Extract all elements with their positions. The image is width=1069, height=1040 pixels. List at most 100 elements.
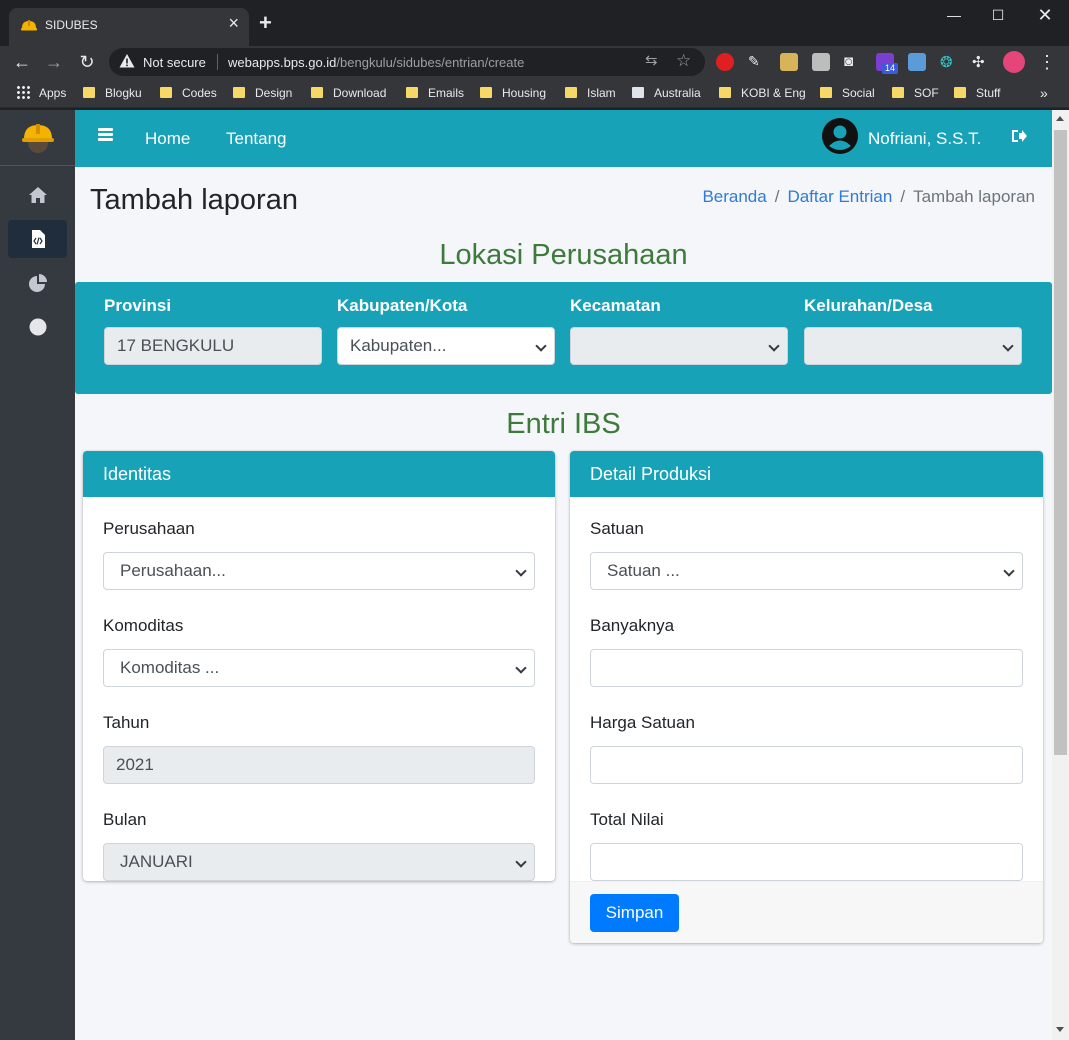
bookmark-folder[interactable]: Download <box>311 85 386 101</box>
satuan-select[interactable]: Satuan ... <box>590 552 1023 590</box>
tab-title: SIDUBES <box>45 18 98 32</box>
total-nilai-label: Total Nilai <box>590 810 664 829</box>
total-nilai-group: Total Nilai <box>590 807 1023 881</box>
bulan-select[interactable]: JANUARI <box>103 843 535 881</box>
breadcrumb-daftar-entrian[interactable]: Daftar Entrian <box>787 187 892 206</box>
bookmark-folder[interactable]: Emails <box>406 85 464 101</box>
url-text[interactable]: webapps.bps.go.id/bengkulu/sidubes/entri… <box>228 55 524 70</box>
banyaknya-group: Banyaknya <box>590 613 1023 687</box>
browser-tab[interactable]: SIDUBES × <box>9 8 249 46</box>
bookmarks-bar: Apps Blogku Codes Design Download Emails… <box>0 78 1069 108</box>
bookmark-apps[interactable]: Apps <box>16 85 66 101</box>
hard-hat-logo-icon <box>22 124 54 153</box>
browser-toolbar: ← → ↻ Not secure webapps.bps.go.id/bengk… <box>0 46 1069 78</box>
profile-avatar[interactable] <box>1003 51 1025 73</box>
identitas-card-header: Identitas <box>83 451 555 497</box>
home-icon <box>29 187 47 203</box>
page-viewport: Home Tentang Nofriani, S.S.T. Tambah lap… <box>0 110 1069 1040</box>
kecamatan-select[interactable] <box>570 327 788 365</box>
bookmark-folder[interactable]: KOBI & Eng <box>719 85 806 101</box>
harga-satuan-group: Harga Satuan <box>590 710 1023 784</box>
total-nilai-input[interactable] <box>590 843 1023 881</box>
sidebar-item-misc[interactable] <box>8 308 67 346</box>
clipboard-extension-icon[interactable] <box>812 53 830 71</box>
brand-logo[interactable] <box>0 110 75 166</box>
bookmark-folder[interactable]: Housing <box>480 85 546 101</box>
bookmark-folder[interactable]: Islam <box>565 85 616 101</box>
tab-close-icon[interactable]: × <box>228 14 239 32</box>
harga-satuan-input[interactable] <box>590 746 1023 784</box>
bookmark-folder[interactable]: Blogku <box>83 85 142 101</box>
breadcrumb-beranda[interactable]: Beranda <box>702 187 766 206</box>
folder-icon <box>719 87 731 98</box>
atom-extension-icon[interactable]: ❂ <box>940 53 958 71</box>
stop-extension-icon[interactable] <box>716 53 734 71</box>
kabupaten-select[interactable]: Kabupaten... <box>337 327 555 365</box>
chevron-down-icon <box>515 856 527 868</box>
scroll-down-icon[interactable] <box>1056 1027 1064 1032</box>
bookmarks-overflow-icon[interactable]: » <box>1040 85 1048 101</box>
bookmark-folder[interactable]: Codes <box>160 85 217 101</box>
bookmark-folder[interactable]: SOF <box>892 85 939 101</box>
kelurahan-label: Kelurahan/Desa <box>804 296 933 315</box>
scroll-up-icon[interactable] <box>1056 116 1064 121</box>
bookmark-australia[interactable]: Australia <box>632 85 701 101</box>
page-scrollbar[interactable] <box>1052 110 1069 1040</box>
detail-produksi-card-body: Satuan Satuan ... Banyaknya Harga Satuan… <box>570 497 1043 881</box>
address-bar[interactable]: Not secure webapps.bps.go.id/bengkulu/si… <box>109 48 705 76</box>
kelurahan-select[interactable] <box>804 327 1022 365</box>
bookmark-folder[interactable]: Social <box>820 85 875 101</box>
breadcrumb: Beranda / Daftar Entrian / Tambah laporan <box>702 187 1035 207</box>
chevron-down-icon <box>515 662 527 674</box>
tahun-field: 2021 <box>103 746 535 784</box>
detail-produksi-card-header: Detail Produksi <box>570 451 1043 497</box>
new-tab-button[interactable]: + <box>259 12 272 34</box>
logout-icon[interactable] <box>1010 127 1028 145</box>
chevron-down-icon <box>1003 565 1015 577</box>
translate-icon[interactable]: ⇆ <box>645 53 658 69</box>
bookmark-folder[interactable]: Design <box>233 85 292 101</box>
komoditas-select[interactable]: Komoditas ... <box>103 649 535 687</box>
sidebar-item-chart[interactable] <box>8 264 67 302</box>
sidebar-item-home[interactable] <box>8 176 67 214</box>
image-extension-icon[interactable] <box>780 53 798 71</box>
security-label[interactable]: Not secure <box>143 55 206 70</box>
bookmark-star-icon[interactable]: ☆ <box>676 52 691 69</box>
reload-icon[interactable]: ↻ <box>75 50 99 74</box>
perusahaan-group: Perusahaan Perusahaan... <box>103 516 535 590</box>
sidebar <box>0 110 75 1040</box>
window-close-icon[interactable]: ✕ <box>1022 4 1068 26</box>
tahun-label: Tahun <box>103 713 150 732</box>
folder-icon <box>480 87 492 98</box>
user-avatar[interactable] <box>822 118 858 154</box>
user-name[interactable]: Nofriani, S.S.T. <box>868 129 981 149</box>
folder-icon <box>83 87 95 98</box>
bulan-group: Bulan JANUARI <box>103 807 535 881</box>
komoditas-group: Komoditas Komoditas ... <box>103 613 535 687</box>
url-host: webapps.bps.go.id <box>228 55 337 70</box>
maximize-icon[interactable]: ☐ <box>975 4 1021 26</box>
warning-icon <box>119 54 135 68</box>
hamburger-menu-icon[interactable] <box>98 128 113 142</box>
calendar-extension-icon[interactable] <box>908 53 926 71</box>
banyaknya-input[interactable] <box>590 649 1023 687</box>
detail-produksi-card: Detail Produksi Satuan Satuan ... Banyak… <box>570 451 1043 943</box>
bookmark-folder[interactable]: Stuff <box>954 85 1000 101</box>
camera-extension-icon[interactable]: ◙ <box>844 53 862 71</box>
satuan-label: Satuan <box>590 519 644 538</box>
sidebar-item-entrian[interactable] <box>8 220 67 258</box>
breadcrumb-current: Tambah laporan <box>913 187 1035 206</box>
lokasi-heading: Lokasi Perusahaan <box>439 239 688 271</box>
perusahaan-select[interactable]: Perusahaan... <box>103 552 535 590</box>
nav-tentang-link[interactable]: Tentang <box>226 129 287 149</box>
simpan-button[interactable]: Simpan <box>590 894 679 932</box>
puzzle-extensions-icon[interactable]: ✣ <box>972 53 990 71</box>
main-content: Tambah laporan Beranda / Daftar Entrian / Ta… <box>75 167 1052 1040</box>
more-menu-icon[interactable]: ⋮ <box>1035 50 1059 74</box>
scrollbar-thumb[interactable] <box>1054 130 1067 755</box>
nav-home-link[interactable]: Home <box>145 129 190 149</box>
forward-arrow-icon[interactable]: → <box>42 50 66 74</box>
pen-extension-icon[interactable]: ✎ <box>748 53 766 71</box>
back-arrow-icon[interactable]: ← <box>10 50 34 74</box>
minimize-icon[interactable]: — <box>931 4 977 26</box>
